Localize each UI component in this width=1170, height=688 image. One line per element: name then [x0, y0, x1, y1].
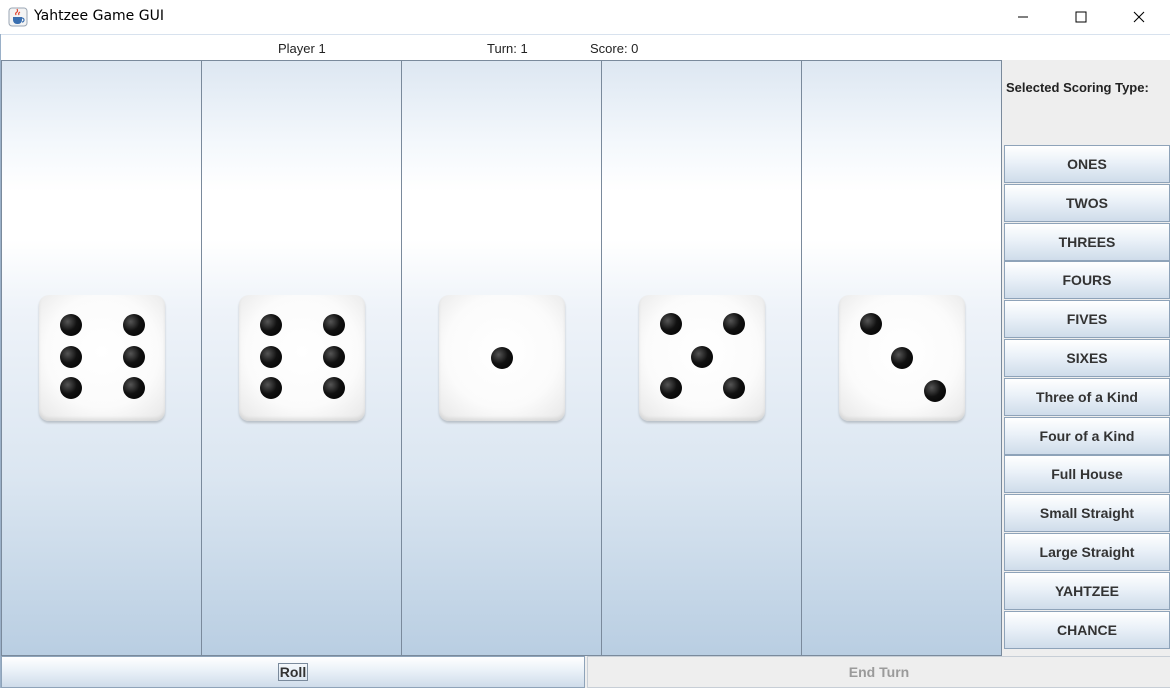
- die-pip: [259, 314, 282, 337]
- die-pip: [59, 314, 82, 337]
- die-pip: [923, 379, 946, 402]
- score-button-label: Small Straight: [1039, 505, 1135, 522]
- score-button-threes[interactable]: THREES: [1004, 222, 1170, 261]
- minimize-button[interactable]: [994, 0, 1052, 34]
- die-pip: [122, 377, 145, 400]
- score-button-label: ONES: [1067, 156, 1107, 172]
- score-button-label: Four of a Kind: [1039, 427, 1135, 444]
- die-pip: [122, 345, 145, 368]
- die-slot-2[interactable]: [201, 60, 402, 656]
- player-label: Player 1: [278, 41, 326, 56]
- minimize-icon: [1017, 8, 1029, 27]
- score-button-ones[interactable]: ONES: [1004, 145, 1170, 183]
- score-button-label: Full House: [1051, 466, 1123, 483]
- die-slot-5[interactable]: [801, 60, 1002, 656]
- score-button-twos[interactable]: TWOS: [1004, 183, 1170, 222]
- score-button-chance[interactable]: CHANCE: [1004, 610, 1170, 649]
- die-pip: [122, 314, 145, 337]
- die-pip: [491, 347, 513, 369]
- die-1-icon[interactable]: [439, 295, 565, 421]
- die-pip: [891, 347, 913, 369]
- maximize-button[interactable]: [1052, 0, 1110, 34]
- die-pip: [322, 314, 345, 337]
- score-button-label: FOURS: [1062, 272, 1112, 289]
- die-slot-3[interactable]: [401, 60, 602, 656]
- scoring-panel: Selected Scoring Type: ONES TWOS THREES FOU…: [1002, 60, 1170, 656]
- score-label: Score: 0: [590, 41, 639, 56]
- die-slot-4[interactable]: [601, 60, 802, 656]
- die-5-icon[interactable]: [639, 295, 765, 421]
- window-title: Yahtzee Game GUI: [34, 8, 164, 24]
- score-button-sixes[interactable]: SIXES: [1004, 339, 1170, 377]
- die-pip: [859, 312, 882, 335]
- score-button-small-straight[interactable]: Small Straight: [1004, 494, 1170, 533]
- score-button-label: Three of a Kind: [1036, 388, 1138, 405]
- close-button[interactable]: [1110, 0, 1168, 34]
- die-pip: [322, 377, 345, 400]
- turn-label: Turn: 1: [487, 41, 528, 56]
- score-button-label: TWOS: [1066, 194, 1108, 211]
- score-button-three-of-a-kind[interactable]: Three of a Kind: [1004, 377, 1170, 416]
- score-button-fours[interactable]: FOURS: [1004, 261, 1170, 300]
- java-cup-icon: [8, 7, 28, 27]
- roll-label: Roll: [277, 663, 309, 681]
- die-pip: [59, 345, 82, 368]
- die-3-icon[interactable]: [839, 295, 965, 421]
- die-pip: [59, 377, 82, 400]
- die-pip: [259, 345, 282, 368]
- scoring-type-heading: Selected Scoring Type:: [1006, 80, 1149, 95]
- score-button-yahtzee[interactable]: YAHTZEE: [1004, 571, 1170, 610]
- die-6-icon[interactable]: [239, 295, 365, 421]
- score-button-label: THREES: [1058, 233, 1116, 250]
- die-pip: [659, 377, 682, 400]
- die-pip: [259, 377, 282, 400]
- score-button-large-straight[interactable]: Large Straight: [1004, 533, 1170, 571]
- score-button-full-house[interactable]: Full House: [1004, 455, 1170, 494]
- title-bar: Yahtzee Game GUI: [0, 0, 1170, 34]
- end-turn-button[interactable]: End Turn: [587, 656, 1170, 688]
- die-6-icon[interactable]: [39, 295, 165, 421]
- die-pip: [722, 312, 745, 335]
- score-button-four-of-a-kind[interactable]: Four of a Kind: [1004, 416, 1170, 455]
- close-icon: [1133, 8, 1145, 27]
- score-button-label: SIXES: [1066, 350, 1108, 366]
- score-button-fives[interactable]: FIVES: [1004, 300, 1170, 339]
- status-bar: Player 1 Turn: 1 Score: 0: [1, 34, 1170, 60]
- die-pip: [322, 345, 345, 368]
- score-button-label: YAHTZEE: [1054, 582, 1120, 599]
- score-button-label: Large Straight: [1039, 544, 1135, 560]
- roll-button[interactable]: Roll: [1, 656, 585, 688]
- die-slot-1[interactable]: [1, 60, 202, 656]
- end-turn-label: End Turn: [848, 664, 910, 680]
- game-content: Player 1 Turn: 1 Score: 0 Selected Scori…: [0, 34, 1170, 688]
- die-pip: [691, 345, 713, 368]
- score-button-label: CHANCE: [1057, 621, 1117, 638]
- maximize-icon: [1075, 8, 1087, 27]
- die-pip: [659, 312, 682, 335]
- score-button-label: FIVES: [1066, 311, 1108, 328]
- die-pip: [722, 377, 745, 400]
